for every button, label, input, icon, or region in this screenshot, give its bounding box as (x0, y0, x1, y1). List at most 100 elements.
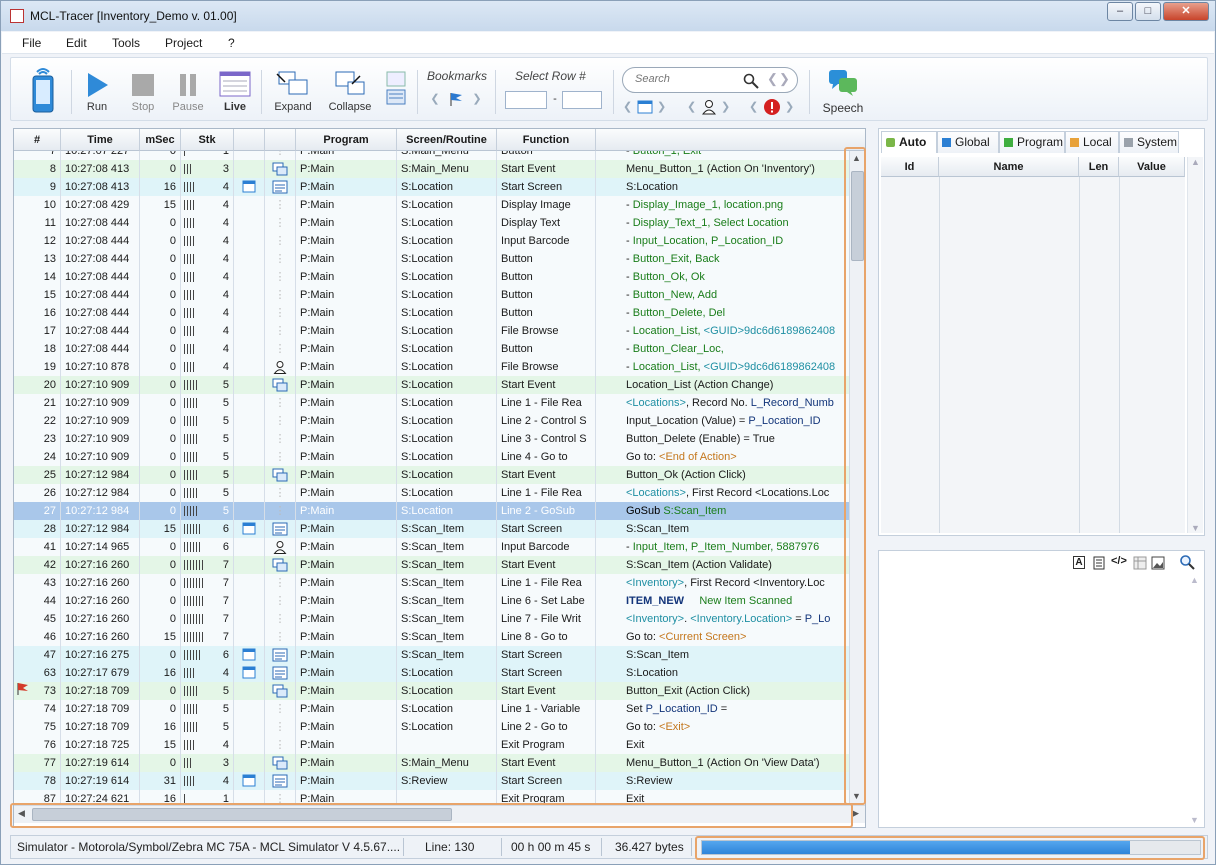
table-row[interactable]: 15 10:27:08 444 0 4 ⋮ P:Main S:Location Button -… (14, 286, 849, 304)
col-header-msec[interactable]: mSec (140, 129, 181, 151)
table-row[interactable]: 14 10:27:08 444 0 4 ⋮ P:Main S:Location Button -… (14, 268, 849, 286)
table-row[interactable]: 21 10:27:10 909 0 5 ⋮ P:Main S:Location Line 1 … (14, 394, 849, 412)
table-row[interactable]: 16 10:27:08 444 0 4 ⋮ P:Main S:Location Button -… (14, 304, 849, 322)
table-row[interactable]: 20 10:27:10 909 0 5 P:Main S:Location Start Ev… (14, 376, 849, 394)
detail-scroll-down-icon[interactable]: ▼ (1190, 815, 1199, 825)
next-screen-button[interactable]: ❯ (657, 100, 666, 113)
var-scroll-down-icon[interactable]: ▼ (1191, 523, 1200, 533)
document-icon[interactable] (1093, 556, 1105, 570)
file-grid-icon[interactable] (1133, 556, 1147, 570)
var-col-value[interactable]: Value (1119, 157, 1185, 177)
stop-button[interactable]: Stop (127, 72, 159, 113)
list-view-button[interactable] (385, 70, 407, 109)
table-row[interactable]: 46 10:27:16 260 15 7 ⋮ P:Main S:Scan_Item Line … (14, 628, 849, 646)
menu-project[interactable]: Project (165, 36, 202, 50)
table-row[interactable]: 42 10:27:16 260 0 7 P:Main S:Scan_Item Start E… (14, 556, 849, 574)
col-header-icon2[interactable] (265, 129, 296, 151)
code-icon[interactable]: </> (1111, 555, 1127, 567)
search-box[interactable]: ❮ ❯ (622, 67, 798, 93)
table-row[interactable]: 24 10:27:10 909 0 5 ⋮ P:Main S:Location Line 4 … (14, 448, 849, 466)
table-row[interactable]: 12 10:27:08 444 0 4 ⋮ P:Main S:Location Input B… (14, 232, 849, 250)
table-row[interactable]: 77 10:27:19 614 0 3 P:Main S:Main_Menu Start E… (14, 754, 849, 772)
search-icon[interactable] (743, 73, 759, 89)
col-header-icon1[interactable] (234, 129, 265, 151)
table-row[interactable]: 73 10:27:18 709 0 5 P:Main S:Location Start Ev… (14, 682, 849, 700)
search-next-icon[interactable]: ❯ (779, 71, 790, 87)
table-row[interactable]: 78 10:27:19 614 31 4 P:Main S:Review Start Scr… (14, 772, 849, 790)
tab-local[interactable]: Local (1065, 131, 1119, 153)
maximize-button[interactable]: □ (1135, 2, 1161, 21)
col-header-stk[interactable]: Stk (181, 129, 234, 151)
live-button[interactable]: Live (217, 70, 253, 113)
table-row[interactable]: 44 10:27:16 260 0 7 ⋮ P:Main S:Scan_Item Line 6… (14, 592, 849, 610)
menu-file[interactable]: File (22, 36, 41, 50)
screen-icon[interactable] (637, 99, 653, 115)
scroll-right-icon[interactable]: ▶ (852, 808, 859, 819)
table-row[interactable]: 7 10:27:07 227 0 1 ⋮ P:Main S:Main_Menu Button -… (14, 151, 849, 160)
table-row[interactable]: 26 10:27:12 984 0 5 ⋮ P:Main S:Location Line 1 … (14, 484, 849, 502)
col-header-program[interactable]: Program (296, 129, 397, 151)
zoom-icon[interactable] (1179, 554, 1195, 570)
var-col-name[interactable]: Name (939, 157, 1079, 177)
table-row[interactable]: 63 10:27:17 679 16 4 P:Main S:Location Start S… (14, 664, 849, 682)
prev-error-button[interactable]: ❮ (749, 100, 758, 113)
prev-screen-button[interactable]: ❮ (623, 100, 632, 113)
image-icon[interactable] (1151, 556, 1165, 570)
table-row[interactable]: 43 10:27:16 260 0 7 ⋮ P:Main S:Scan_Item Line 1… (14, 574, 849, 592)
next-error-button[interactable]: ❯ (785, 100, 794, 113)
speech-button[interactable]: Speech (819, 68, 867, 115)
table-row[interactable]: 13 10:27:08 444 0 4 ⋮ P:Main S:Location Button -… (14, 250, 849, 268)
table-row[interactable]: 74 10:27:18 709 0 5 ⋮ P:Main S:Location Line 1 … (14, 700, 849, 718)
var-scroll-up-icon[interactable]: ▲ (1191, 157, 1200, 167)
minimize-button[interactable]: – (1107, 2, 1133, 21)
table-row[interactable]: 25 10:27:12 984 0 5 P:Main S:Location Start Ev… (14, 466, 849, 484)
close-button[interactable]: ✕ (1163, 2, 1209, 21)
tab-global[interactable]: Global (937, 131, 999, 153)
table-row[interactable]: 45 10:27:16 260 0 7 ⋮ P:Main S:Scan_Item Line 7… (14, 610, 849, 628)
error-icon[interactable] (763, 98, 781, 116)
next-bookmark-button[interactable]: ❯ (471, 92, 483, 105)
run-button[interactable]: Run (81, 72, 113, 113)
collapse-button[interactable]: Collapse (327, 70, 373, 113)
table-row[interactable]: 10 10:27:08 429 15 4 ⋮ P:Main S:Location Displa… (14, 196, 849, 214)
table-row[interactable]: 47 10:27:16 275 0 6 P:Main S:Scan_Item Start S… (14, 646, 849, 664)
menu-help[interactable]: ? (228, 36, 235, 50)
pause-button[interactable]: Pause (171, 72, 205, 113)
row-from-input[interactable] (505, 91, 547, 109)
search-input[interactable] (635, 73, 745, 85)
device-icon[interactable] (29, 66, 57, 114)
expand-button[interactable]: Expand (273, 70, 313, 113)
table-row[interactable]: 87 10:27:24 621 16 1 ⋮ P:Main Exit Program Exit (14, 790, 849, 803)
col-header-num[interactable]: # (14, 129, 61, 151)
table-row[interactable]: 23 10:27:10 909 0 5 ⋮ P:Main S:Location Line 3 … (14, 430, 849, 448)
table-row[interactable]: 8 10:27:08 413 0 3 P:Main S:Main_Menu Start Ev… (14, 160, 849, 178)
table-row[interactable]: 27 10:27:12 984 0 5 ⋮ P:Main S:Location Line 2 … (14, 502, 849, 520)
prev-user-button[interactable]: ❮ (687, 100, 696, 113)
detail-scrollbar[interactable]: ▲ ▼ (1187, 575, 1203, 825)
table-row[interactable]: 22 10:27:10 909 0 5 ⋮ P:Main S:Location Line 2 … (14, 412, 849, 430)
var-col-len[interactable]: Len (1079, 157, 1119, 177)
table-row[interactable]: 18 10:27:08 444 0 4 ⋮ P:Main S:Location Button -… (14, 340, 849, 358)
menu-tools[interactable]: Tools (112, 36, 140, 50)
table-row[interactable]: 28 10:27:12 984 15 6 P:Main S:Scan_Item Start … (14, 520, 849, 538)
table-row[interactable]: 17 10:27:08 444 0 4 ⋮ P:Main S:Location File Br… (14, 322, 849, 340)
search-prev-icon[interactable]: ❮ (767, 71, 778, 87)
variables-scrollbar[interactable]: ▲ ▼ (1187, 157, 1203, 533)
col-header-function[interactable]: Function (497, 129, 596, 151)
col-header-detail[interactable] (596, 129, 865, 151)
table-row[interactable]: 11 10:27:08 444 0 4 ⋮ P:Main S:Location Display… (14, 214, 849, 232)
font-icon[interactable]: A (1073, 556, 1085, 569)
table-row[interactable]: 41 10:27:14 965 0 6 P:Main S:Scan_Item Input B… (14, 538, 849, 556)
tab-auto[interactable]: Auto (881, 131, 937, 153)
prev-bookmark-button[interactable]: ❮ (429, 92, 441, 105)
col-header-screen[interactable]: Screen/Routine (397, 129, 497, 151)
var-col-id[interactable]: Id (881, 157, 939, 177)
table-row[interactable]: 9 10:27:08 413 16 4 P:Main S:Location Start Sc… (14, 178, 849, 196)
user-input-icon[interactable] (701, 99, 717, 115)
next-user-button[interactable]: ❯ (721, 100, 730, 113)
detail-scroll-up-icon[interactable]: ▲ (1190, 575, 1199, 585)
col-header-time[interactable]: Time (61, 129, 140, 151)
table-row[interactable]: 75 10:27:18 709 16 5 ⋮ P:Main S:Location Line 2… (14, 718, 849, 736)
row-to-input[interactable] (562, 91, 602, 109)
table-row[interactable]: 76 10:27:18 725 15 4 ⋮ P:Main Exit Program Exit (14, 736, 849, 754)
